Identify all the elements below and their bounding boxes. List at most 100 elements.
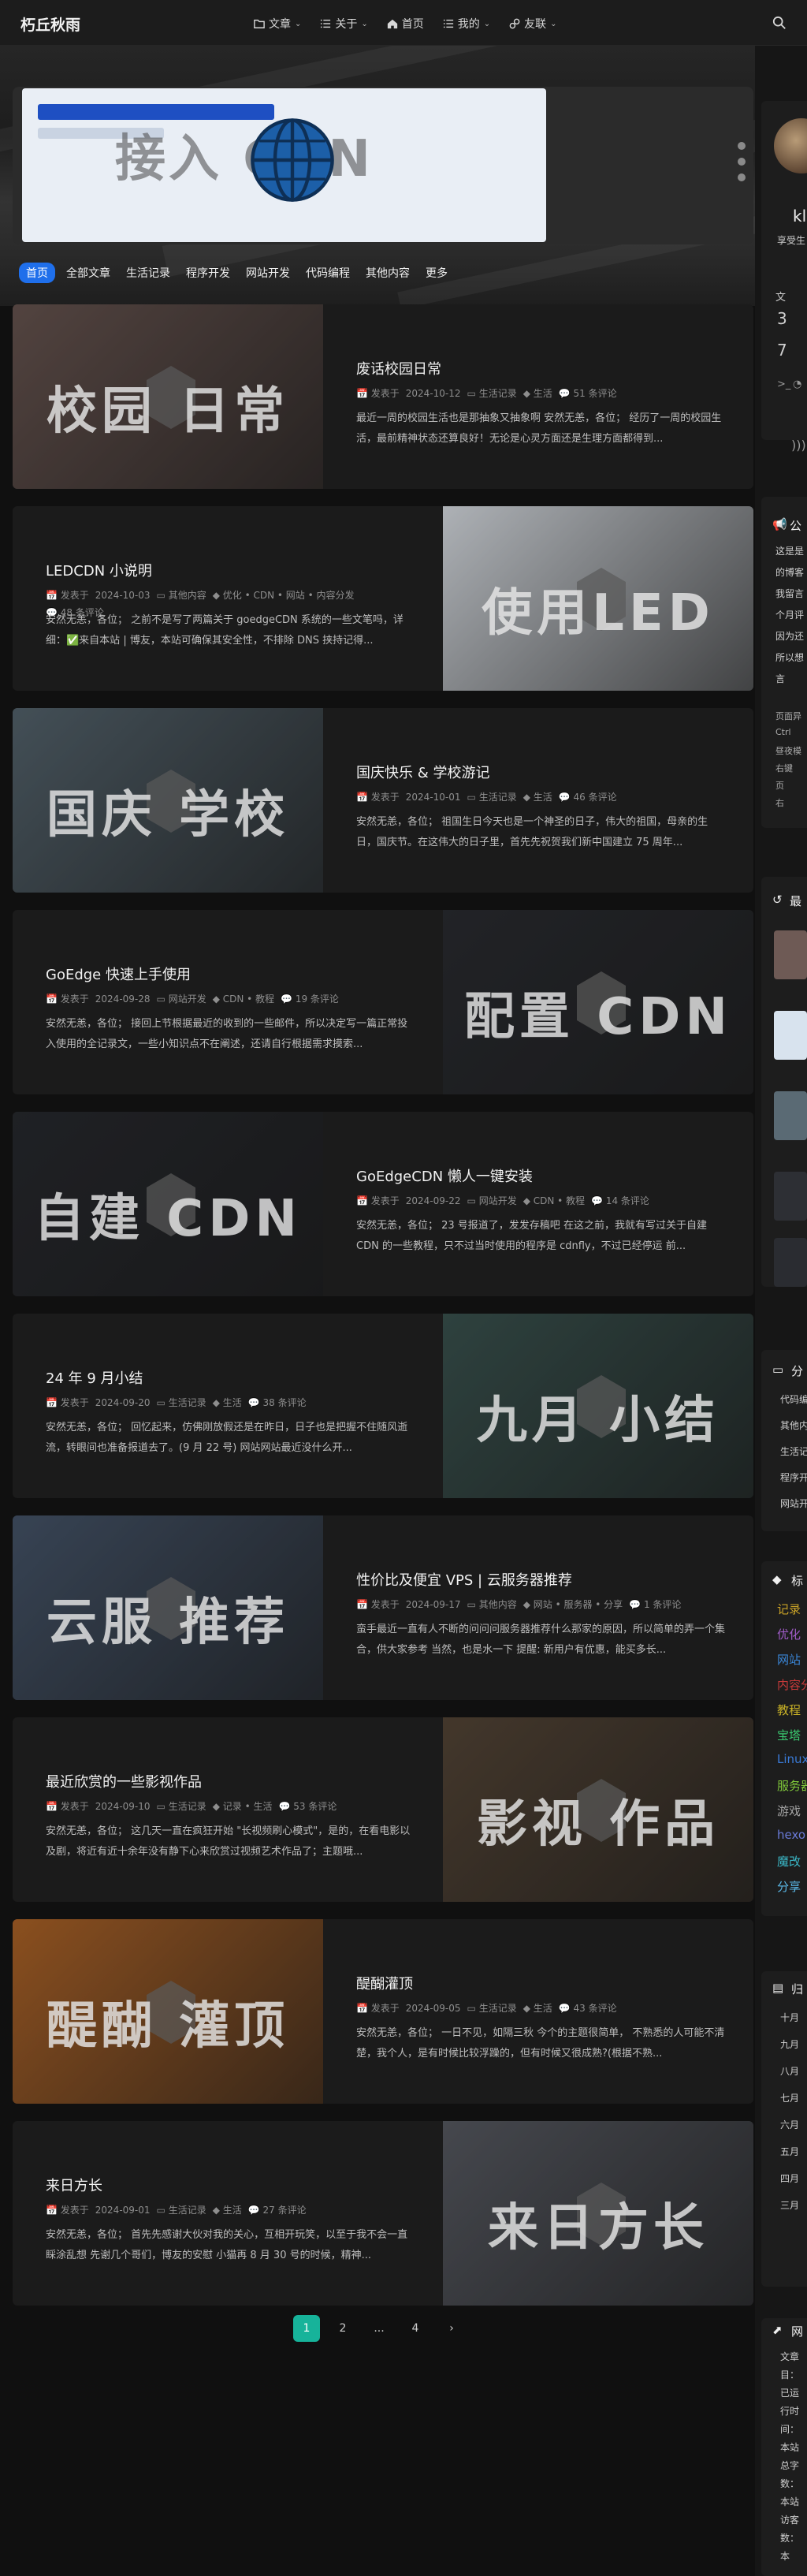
- post-tags[interactable]: ◆ 记录 • 生活: [213, 1801, 273, 1812]
- post-title[interactable]: 国庆快乐 & 学校游记: [356, 762, 489, 782]
- featured-banner[interactable]: 接入 CDN: [13, 87, 753, 244]
- site-info-item[interactable]: 访客: [780, 2513, 799, 2526]
- banner-pagination-dots[interactable]: [738, 142, 746, 181]
- post-thumbnail[interactable]: 校园 日常: [13, 304, 323, 489]
- sidebar-tag[interactable]: 宝塔: [777, 1727, 801, 1743]
- post-card[interactable]: 九月 小结 24 年 9 月小结 📅 发表于 2024-09-20 ▭ 生活记录 ◆ 生活…: [13, 1314, 753, 1498]
- post-card[interactable]: 自建 CDN GoEdgeCDN 懒人一键安装 📅 发表于 2024-09-22 ▭ 网…: [13, 1112, 753, 1296]
- post-card[interactable]: 来日方长 来日方长 📅 发表于 2024-09-01 ▭ 生活记录 ◆ 生活 💬 27 条评…: [13, 2121, 753, 2306]
- post-title[interactable]: 来日方长: [46, 2175, 102, 2195]
- page-button[interactable]: 4: [402, 2315, 429, 2342]
- sidebar-tag[interactable]: 游戏: [777, 1802, 801, 1819]
- notice-hint[interactable]: 页: [775, 779, 784, 792]
- site-logo[interactable]: 朽丘秋雨: [20, 13, 80, 35]
- post-category[interactable]: ▭ 网站开发: [467, 1195, 517, 1206]
- post-card[interactable]: 使用LED LEDCDN 小说明 📅 发表于 2024-10-03 ▭ 其他内容 ◆ 优化…: [13, 506, 753, 691]
- post-title[interactable]: 性价比及便宜 VPS | 云服务器推荐: [356, 1569, 572, 1590]
- post-tags[interactable]: ◆ 生活: [213, 2205, 242, 2216]
- nav-item-1[interactable]: 关于 ⌄: [320, 16, 368, 32]
- archive-item[interactable]: 三月: [780, 2198, 799, 2212]
- next-page-button[interactable]: ›: [438, 2315, 465, 2342]
- site-info-item[interactable]: 本: [780, 2549, 790, 2563]
- recent-post-thumb[interactable]: [774, 1091, 807, 1140]
- sidebar-category-item[interactable]: 程序开: [780, 1471, 807, 1484]
- notice-line[interactable]: 这是是: [775, 544, 804, 557]
- sidebar-category-item[interactable]: 其他内: [780, 1418, 807, 1432]
- site-info-item[interactable]: 数：: [780, 2531, 799, 2544]
- post-category[interactable]: ▭ 网站开发: [157, 993, 206, 1005]
- category-tab[interactable]: 代码编程: [301, 262, 355, 284]
- post-thumbnail[interactable]: 自建 CDN: [13, 1112, 323, 1296]
- archive-item[interactable]: 十月: [780, 2011, 799, 2024]
- post-comments[interactable]: 💬 1 条评论: [629, 1599, 681, 1610]
- page-button[interactable]: 1: [293, 2315, 320, 2342]
- post-card[interactable]: 配置 CDN GoEdge 快速上手使用 📅 发表于 2024-09-28 ▭ 网站开发…: [13, 910, 753, 1094]
- category-tab[interactable]: 网站开发: [241, 262, 295, 284]
- site-info-item[interactable]: 已运: [780, 2386, 799, 2399]
- stat-value[interactable]: 7: [777, 341, 787, 360]
- post-tags[interactable]: ◆ CDN • 教程: [213, 993, 274, 1005]
- site-info-item[interactable]: 行时: [780, 2404, 799, 2418]
- post-thumbnail[interactable]: 云服 推荐: [13, 1515, 323, 1700]
- site-info-item[interactable]: 本站: [780, 2495, 799, 2508]
- post-thumbnail[interactable]: 国庆 学校: [13, 708, 323, 893]
- post-comments[interactable]: 💬 53 条评论: [278, 1801, 337, 1812]
- post-category[interactable]: ▭ 其他内容: [467, 1599, 517, 1610]
- recent-post-thumb[interactable]: [774, 1011, 807, 1060]
- recent-post-thumb[interactable]: [774, 1238, 807, 1287]
- post-comments[interactable]: 💬 27 条评论: [248, 2205, 307, 2216]
- post-tags[interactable]: ◆ 生活: [523, 792, 552, 803]
- post-thumbnail[interactable]: 使用LED: [443, 506, 753, 691]
- notice-line[interactable]: 的博客: [775, 565, 804, 579]
- recent-post-thumb[interactable]: [774, 930, 807, 979]
- post-category[interactable]: ▭ 生活记录: [467, 792, 517, 803]
- notice-line[interactable]: 我留言: [775, 587, 804, 600]
- post-title[interactable]: GoEdge 快速上手使用: [46, 964, 191, 984]
- recent-post-thumb[interactable]: [774, 1172, 807, 1221]
- post-comments[interactable]: 💬 51 条评论: [559, 388, 617, 399]
- page-button[interactable]: 2: [329, 2315, 356, 2342]
- site-info-item[interactable]: 本站: [780, 2440, 799, 2454]
- sidebar-category-item[interactable]: 代码编: [780, 1392, 807, 1406]
- sidebar-tag[interactable]: 分享: [777, 1878, 801, 1895]
- archive-item[interactable]: 七月: [780, 2091, 799, 2104]
- archive-item[interactable]: 六月: [780, 2118, 799, 2131]
- terminal-icon[interactable]: >_: [777, 378, 790, 390]
- site-info-item[interactable]: 文章: [780, 2350, 799, 2363]
- rss-icon[interactable]: ))): [791, 438, 806, 453]
- nav-item-2[interactable]: 首页: [387, 16, 424, 32]
- notice-hint[interactable]: 页面异: [775, 710, 801, 722]
- post-tags[interactable]: ◆ 生活: [523, 388, 552, 399]
- nav-item-4[interactable]: 友联 ⌄: [509, 16, 557, 32]
- post-comments[interactable]: 💬 46 条评论: [559, 792, 617, 803]
- post-category[interactable]: ▭ 生活记录: [157, 2205, 206, 2216]
- notice-hint[interactable]: 右键: [775, 762, 793, 774]
- sidebar-tag[interactable]: hexo: [777, 1828, 805, 1842]
- post-tags[interactable]: ◆ CDN • 教程: [523, 1195, 585, 1206]
- post-comments[interactable]: 💬 38 条评论: [248, 1397, 307, 1408]
- notice-line[interactable]: 因为还: [775, 629, 804, 643]
- post-category[interactable]: ▭ 生活记录: [157, 1397, 206, 1408]
- sidebar-tag[interactable]: Linux: [777, 1752, 807, 1766]
- category-tab[interactable]: 更多: [421, 262, 452, 284]
- post-category[interactable]: ▭ 生活记录: [467, 2003, 517, 2014]
- category-tab[interactable]: 全部文章: [61, 262, 115, 284]
- sidebar-tag[interactable]: 魔改: [777, 1853, 801, 1870]
- post-thumbnail[interactable]: 九月 小结: [443, 1314, 753, 1498]
- post-category[interactable]: ▭ 生活记录: [157, 1801, 206, 1812]
- category-tab[interactable]: 程序开发: [181, 262, 235, 284]
- category-tab[interactable]: 其他内容: [361, 262, 415, 284]
- archive-item[interactable]: 九月: [780, 2037, 799, 2051]
- post-card[interactable]: 校园 日常 废话校园日常 📅 发表于 2024-10-12 ▭ 生活记录 ◆ 生活 💬 51…: [13, 304, 753, 489]
- site-info-item[interactable]: 总字: [780, 2459, 799, 2472]
- notice-hint[interactable]: Ctrl: [775, 727, 791, 737]
- sidebar-tag[interactable]: 教程: [777, 1702, 801, 1718]
- post-title[interactable]: 醍醐灌顶: [356, 1973, 413, 1993]
- notice-line[interactable]: 个月评: [775, 608, 804, 621]
- notice-hint[interactable]: 昼夜模: [775, 744, 801, 757]
- post-category[interactable]: ▭ 生活记录: [467, 388, 517, 399]
- post-thumbnail[interactable]: 影视 作品: [443, 1717, 753, 1902]
- post-card[interactable]: 醍醐 灌顶 醍醐灌顶 📅 发表于 2024-09-05 ▭ 生活记录 ◆ 生活 💬 43 条…: [13, 1919, 753, 2104]
- post-tags[interactable]: ◆ 生活: [523, 2003, 552, 2014]
- post-thumbnail[interactable]: 配置 CDN: [443, 910, 753, 1094]
